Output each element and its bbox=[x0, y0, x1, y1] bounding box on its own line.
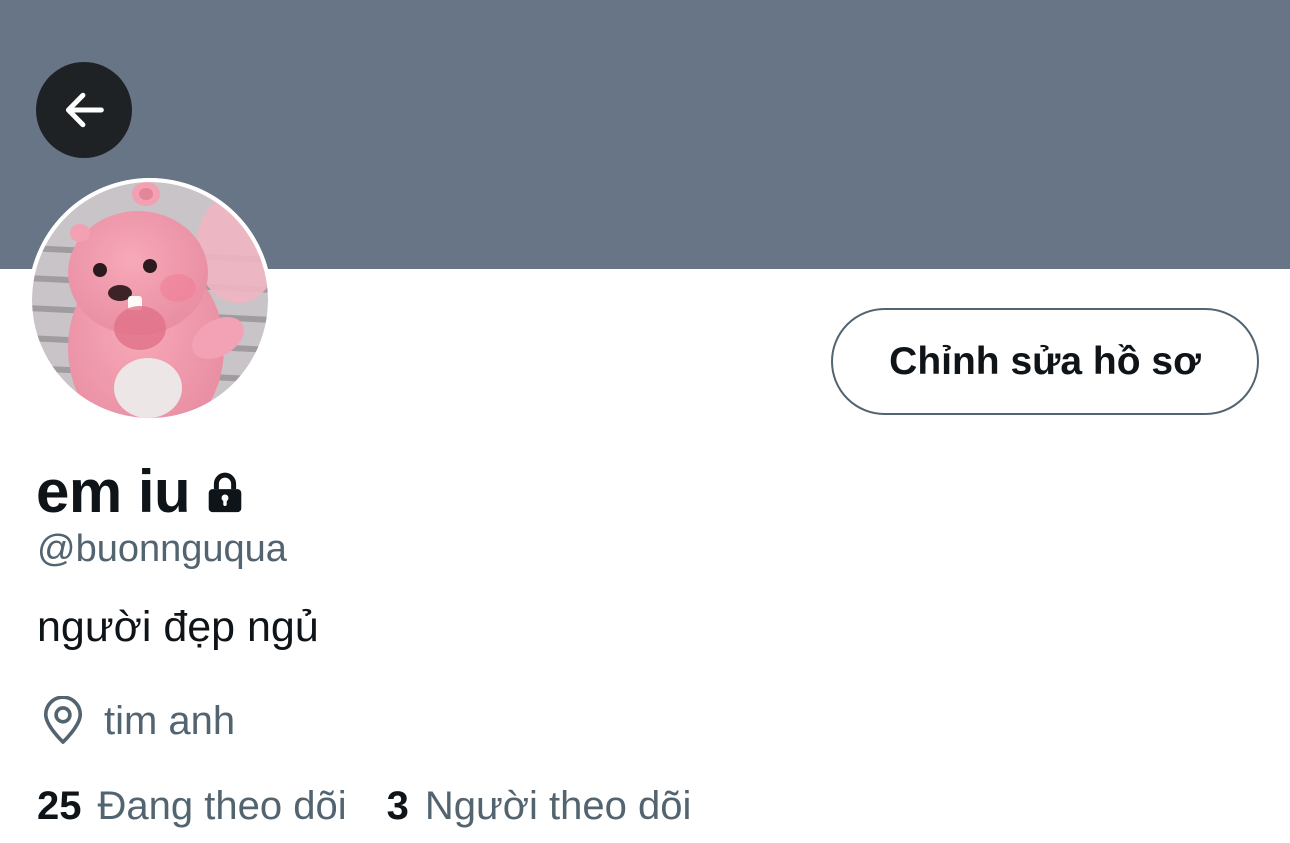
display-name: em iu bbox=[36, 457, 191, 525]
avatar-image bbox=[28, 178, 272, 422]
lock-icon bbox=[208, 472, 242, 513]
avatar[interactable] bbox=[28, 178, 272, 422]
following-link[interactable]: 25 Đang theo dõi bbox=[37, 784, 347, 829]
name-row: em iu bbox=[36, 455, 248, 527]
arrow-left-icon bbox=[65, 92, 104, 128]
follow-stats: 25 Đang theo dõi 3 Người theo dõi bbox=[37, 784, 691, 829]
following-label: Đang theo dõi bbox=[97, 784, 347, 828]
edit-profile-button[interactable]: Chỉnh sửa hồ sơ bbox=[831, 308, 1259, 415]
followers-count: 3 bbox=[386, 784, 409, 828]
location-pin-icon bbox=[43, 696, 83, 744]
location-text: tim anh bbox=[104, 698, 236, 743]
back-button[interactable] bbox=[36, 62, 132, 158]
followers-label: Người theo dõi bbox=[424, 784, 692, 828]
following-count: 25 bbox=[37, 784, 82, 828]
location: tim anh bbox=[40, 696, 235, 746]
bio-text: người đẹp ngủ bbox=[37, 603, 319, 651]
username-handle: @buonnguqua bbox=[37, 528, 287, 570]
followers-link[interactable]: 3 Người theo dõi bbox=[387, 784, 692, 829]
